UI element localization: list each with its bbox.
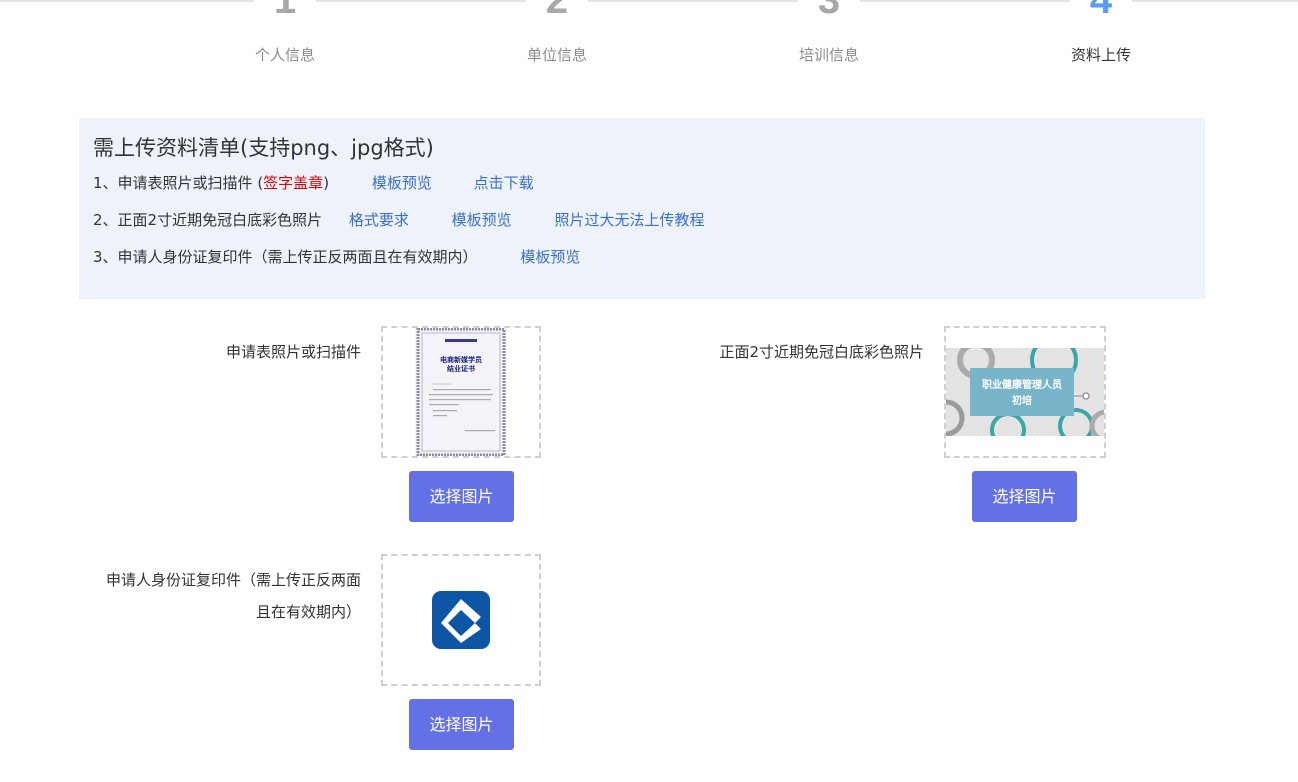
certificate-thumbnail: 电商新媒学员 结业证书 — [415, 328, 507, 456]
requirement-row-2: 2、正面2寸近期免冠白底彩色照片 格式要求 模板预览 照片过大无法上传教程 — [93, 205, 1205, 242]
photo-text-line-1: 职业健康管理人员 — [982, 378, 1062, 391]
requirement-text: 1、申请表照片或扫描件 ( — [93, 174, 264, 192]
photo-preview[interactable]: 职业健康管理人员 初培 — [944, 326, 1106, 458]
id-card-label-line-1: 申请人身份证复印件（需上传正反两面 — [105, 571, 361, 589]
template-preview-link[interactable]: 模板预览 — [372, 174, 432, 192]
choose-image-button[interactable]: 选择图片 — [409, 471, 514, 522]
step-number: 3 — [798, 0, 860, 20]
step-label: 个人信息 — [254, 46, 315, 64]
application-form-preview[interactable]: 电商新媒学员 结业证书 — [381, 326, 541, 458]
step-organization-info: 2 单位信息 — [497, 0, 617, 65]
step-personal-info: 1 个人信息 — [225, 0, 345, 65]
photo-thumbnail: 职业健康管理人员 初培 — [946, 348, 1104, 436]
upload-requirements-box: 需上传资料清单(支持png、jpg格式) 1、申请表照片或扫描件 (签字盖章) … — [79, 118, 1205, 299]
step-number: 2 — [526, 0, 588, 20]
requirements-title: 需上传资料清单(支持png、jpg格式) — [93, 136, 434, 160]
template-preview-link[interactable]: 模板预览 — [452, 211, 512, 229]
template-preview-link[interactable]: 模板预览 — [520, 248, 580, 266]
download-link[interactable]: 点击下载 — [474, 174, 534, 192]
step-number: 4 — [1070, 0, 1132, 20]
step-label: 培训信息 — [798, 46, 859, 64]
format-requirements-link[interactable]: 格式要求 — [349, 211, 409, 229]
id-card-label-line-2: 且在有效期内） — [255, 603, 361, 621]
certificate-title-line-2: 结业证书 — [446, 364, 475, 373]
id-card-preview[interactable] — [381, 554, 541, 686]
step-document-upload: 4 资料上传 — [1041, 0, 1161, 65]
step-number: 1 — [254, 0, 316, 20]
requirement-row-3: 3、申请人身份证复印件（需上传正反两面且在有效期内） 模板预览 — [93, 242, 1205, 279]
choose-image-button[interactable]: 选择图片 — [409, 699, 514, 750]
step-label: 资料上传 — [1070, 46, 1131, 64]
requirement-text: 3、申请人身份证复印件（需上传正反两面且在有效期内） — [93, 248, 478, 266]
application-form-label: 申请表照片或扫描件 — [225, 343, 361, 361]
signature-stamp-note: 签字盖章 — [263, 174, 324, 192]
step-label: 单位信息 — [526, 46, 587, 64]
oversize-photo-tutorial-link[interactable]: 照片过大无法上传教程 — [554, 211, 704, 229]
photo-text-line-2: 初培 — [1012, 394, 1032, 407]
step-training-info: 3 培训信息 — [769, 0, 889, 65]
requirement-row-1: 1、申请表照片或扫描件 (签字盖章) 模板预览 点击下载 — [93, 168, 1205, 205]
requirement-text: 2、正面2寸近期免冠白底彩色照片 — [93, 211, 323, 229]
photo-label: 正面2寸近期免冠白底彩色照片 — [719, 343, 924, 361]
choose-image-button[interactable]: 选择图片 — [972, 471, 1077, 522]
certificate-title-line-1: 电商新媒学员 — [440, 355, 482, 364]
bank-logo-icon — [432, 591, 490, 649]
requirement-text: ) — [323, 174, 330, 192]
id-card-label: 申请人身份证复印件（需上传正反两面 且在有效期内） — [60, 565, 361, 627]
